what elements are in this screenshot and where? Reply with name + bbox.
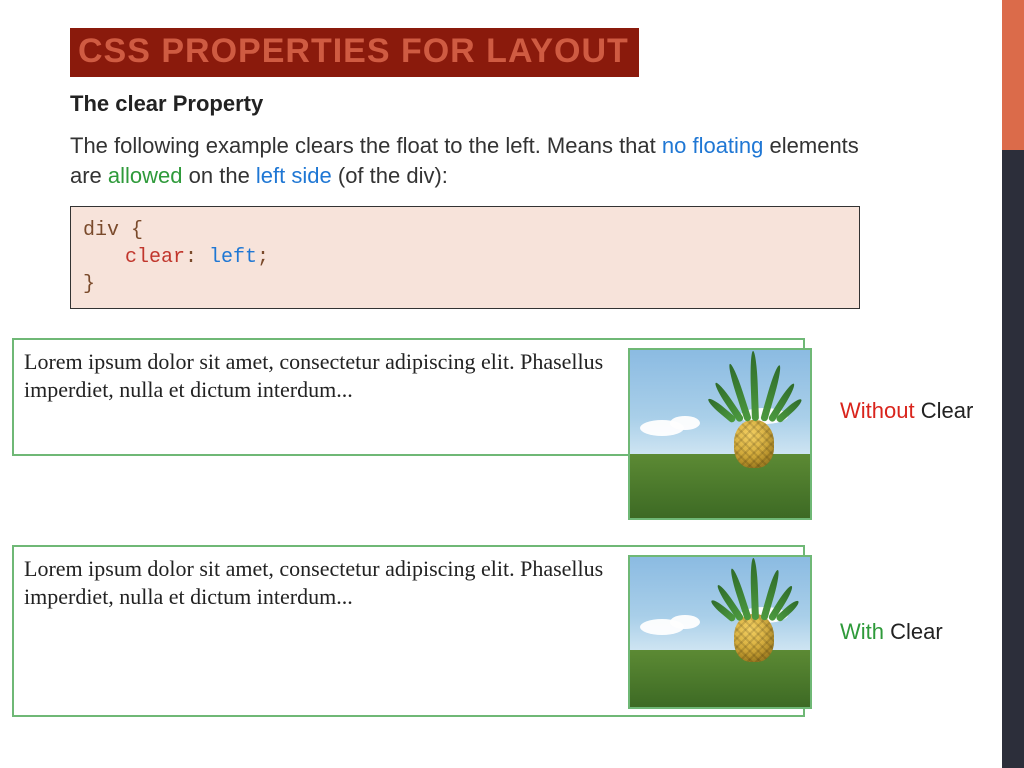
highlight-no-floating: no floating bbox=[662, 133, 764, 158]
body-text-3: on the bbox=[183, 163, 256, 188]
label-clear-1: Clear bbox=[915, 398, 974, 423]
code-colon: : bbox=[185, 246, 209, 269]
example-without-clear: Lorem ipsum dolor sit amet, consectetur … bbox=[12, 338, 1002, 456]
code-brace-open: { bbox=[119, 219, 143, 242]
slide-title: CSS PROPERTIES FOR LAYOUT bbox=[70, 28, 639, 77]
code-semicolon: ; bbox=[257, 246, 269, 269]
body-paragraph: The following example clears the float t… bbox=[70, 131, 870, 190]
content-area: CSS PROPERTIES FOR LAYOUT The clear Prop… bbox=[0, 0, 970, 309]
highlight-allowed: allowed bbox=[108, 163, 183, 188]
example-with-clear: Lorem ipsum dolor sit amet, consectetur … bbox=[12, 545, 1002, 717]
label-with: With bbox=[840, 619, 884, 644]
section-heading: The clear Property bbox=[70, 91, 938, 117]
code-selector: div bbox=[83, 219, 119, 242]
label-with-clear: With Clear bbox=[840, 619, 943, 645]
highlight-left-side: left side bbox=[256, 163, 332, 188]
slide: CSS PROPERTIES FOR LAYOUT The clear Prop… bbox=[0, 0, 1024, 768]
body-text-1: The following example clears the float t… bbox=[70, 133, 662, 158]
code-value: left bbox=[209, 246, 257, 269]
code-block: div { clear: left; } bbox=[70, 206, 860, 309]
pineapple-image-without bbox=[628, 348, 812, 520]
code-brace-close: } bbox=[83, 273, 95, 296]
accent-bar-top bbox=[1002, 0, 1024, 150]
lorem-text: Lorem ipsum dolor sit amet, consectetur … bbox=[24, 556, 603, 609]
body-text-4: (of the div): bbox=[332, 163, 448, 188]
label-clear-2: Clear bbox=[884, 619, 943, 644]
lorem-text: Lorem ipsum dolor sit amet, consectetur … bbox=[24, 349, 603, 402]
pineapple-image-with bbox=[628, 555, 812, 709]
label-without-clear: Without Clear bbox=[840, 398, 973, 424]
accent-bar-bottom bbox=[1002, 150, 1024, 768]
code-property: clear bbox=[125, 246, 185, 269]
label-without: Without bbox=[840, 398, 915, 423]
